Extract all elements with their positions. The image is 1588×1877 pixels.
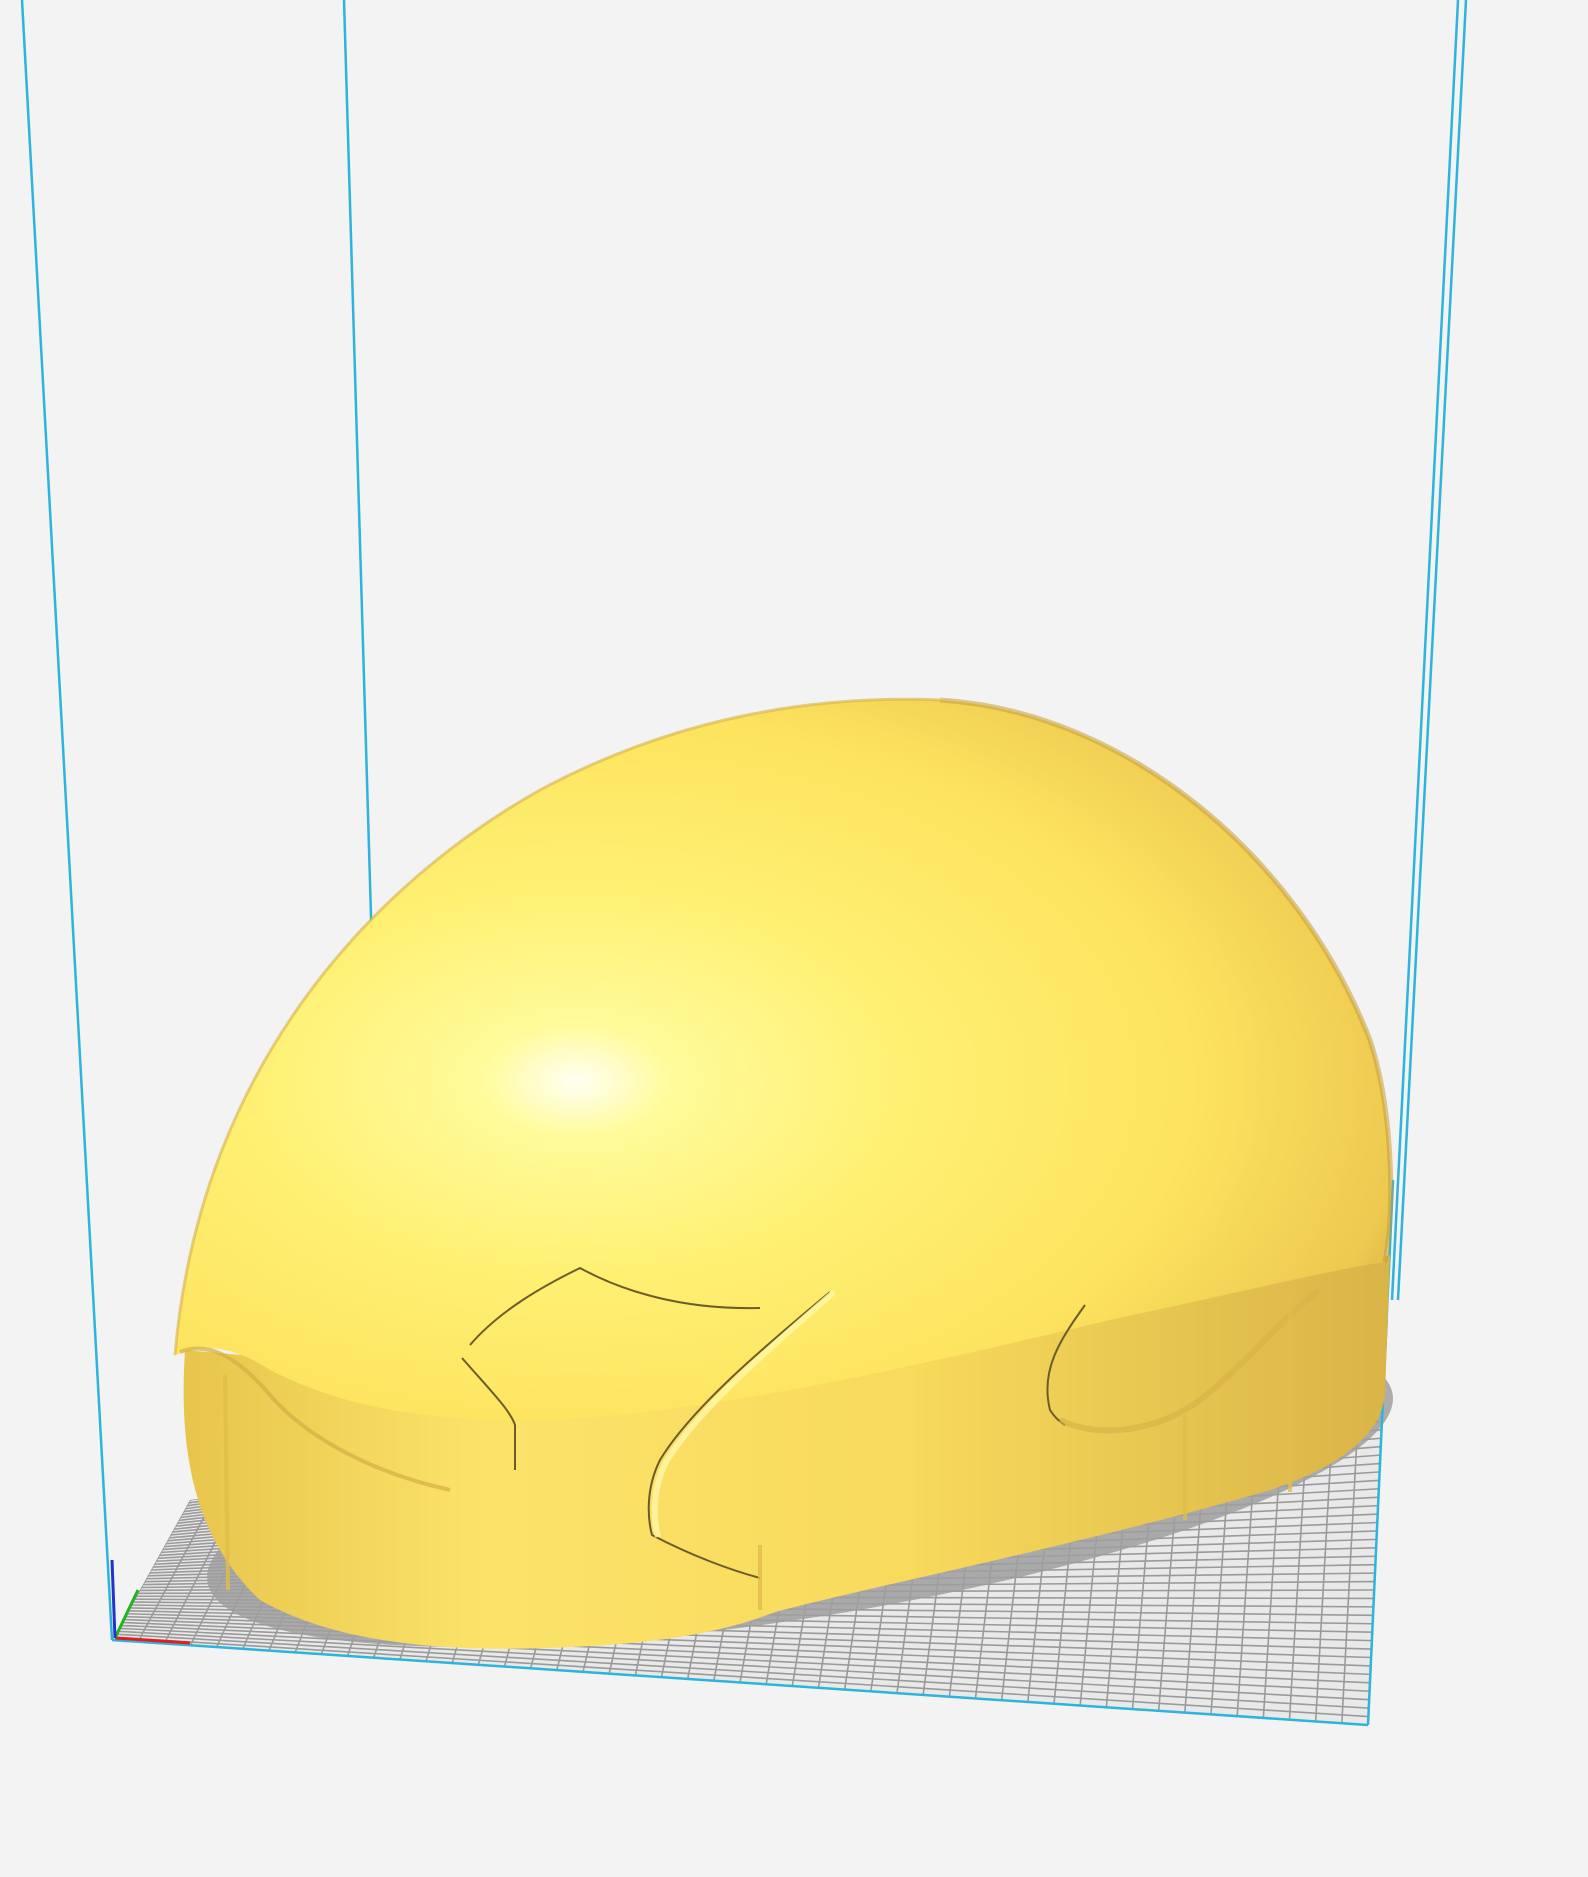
build-volume-edge-back-right-b [1396, 0, 1468, 1301]
build-volume-edge-left [20, 0, 114, 1641]
scene-canvas[interactable] [0, 0, 1588, 1877]
build-volume-edge-back-right-a [1390, 0, 1460, 1301]
3d-viewport[interactable] [0, 0, 1588, 1877]
build-volume-edge-back-left [342, 0, 374, 951]
helmet-model[interactable] [173, 697, 1394, 1649]
